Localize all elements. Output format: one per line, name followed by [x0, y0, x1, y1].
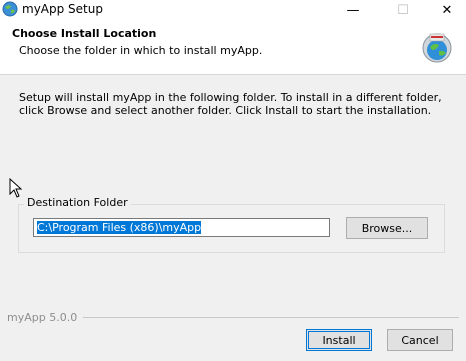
- destination-path-value: C:\Program Files (x86)\myApp: [37, 221, 202, 234]
- intro-text: Setup will install myApp in the followin…: [19, 91, 442, 117]
- page-subtitle: Choose the folder in which to install my…: [19, 44, 263, 57]
- cancel-button[interactable]: Cancel: [387, 329, 453, 351]
- branding-text: myApp 5.0.0: [7, 310, 78, 324]
- minimize-button[interactable]: —: [336, 0, 370, 20]
- installer-globe-icon: [422, 33, 452, 63]
- window-title: myApp Setup: [22, 2, 103, 16]
- title-bar: myApp Setup — ☐ ✕: [0, 0, 466, 20]
- page-title: Choose Install Location: [12, 27, 157, 40]
- mouse-cursor-icon: [9, 178, 23, 198]
- page-header: Choose Install Location Choose the folde…: [0, 20, 466, 75]
- maximize-button[interactable]: ☐: [386, 0, 420, 20]
- close-button[interactable]: ✕: [430, 0, 464, 20]
- destination-path-input[interactable]: C:\Program Files (x86)\myApp: [33, 218, 330, 237]
- install-button[interactable]: Install: [306, 329, 372, 351]
- branding-row: myApp 5.0.0: [7, 310, 459, 324]
- browse-button[interactable]: Browse...: [346, 217, 428, 239]
- destination-folder-label: Destination Folder: [24, 196, 131, 209]
- branding-divider: [83, 316, 459, 318]
- app-icon: [2, 1, 18, 17]
